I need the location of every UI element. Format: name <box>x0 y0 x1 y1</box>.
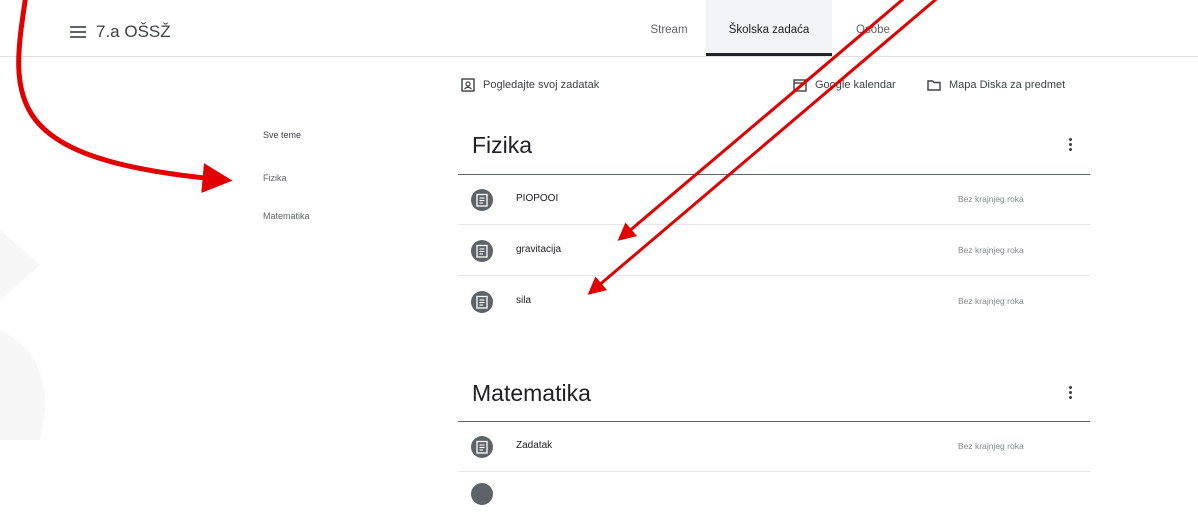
assignment-icon <box>471 240 493 262</box>
view-your-work-button[interactable]: Pogledajte svoj zadatak <box>461 78 599 92</box>
assignment-row-zadatak[interactable]: Zadatak Bez krajnjeg roka <box>458 422 1090 472</box>
more-vert-icon[interactable] <box>1069 386 1073 401</box>
menu-icon[interactable] <box>70 26 86 38</box>
topic-title-matematika: Matematika <box>472 380 591 406</box>
assignment-due: Bez krajnjeg roka <box>958 245 1024 255</box>
view-your-work-label: Pogledajte svoj zadatak <box>483 79 600 91</box>
topic-title-fizika: Fizika <box>472 132 533 158</box>
assignment-due: Bez krajnjeg roka <box>958 194 1024 204</box>
more-vert-icon[interactable] <box>1069 138 1073 153</box>
assignment-icon <box>471 291 493 313</box>
google-calendar-label: Google kalendar <box>815 79 896 91</box>
assignment-icon <box>471 483 493 505</box>
assignment-title: gravitacija <box>516 244 562 255</box>
assignment-row-sila[interactable]: sila Bez krajnjeg roka <box>458 277 1090 327</box>
assignment-title: Zadatak <box>516 440 553 451</box>
top-app-bar: 7.a OŠSŽ Stream Školska zadaća Osobe <box>0 0 1198 57</box>
folder-icon <box>927 80 941 91</box>
calendar-icon <box>793 79 807 92</box>
tab-stream[interactable]: Stream <box>633 0 705 56</box>
google-calendar-button[interactable]: Google kalendar <box>793 78 896 92</box>
assignment-row-piopooi[interactable]: PIOPOOI Bez krajnjeg roka <box>458 175 1090 225</box>
assignment-row-gravitacija[interactable]: gravitacija Bez krajnjeg roka <box>458 226 1090 276</box>
assignment-title: sila <box>516 295 532 306</box>
view-work-icon <box>461 78 475 92</box>
assignment-due: Bez krajnjeg roka <box>958 296 1024 306</box>
sidebar-item-all-topics[interactable]: Sve teme <box>263 130 301 140</box>
sidebar-item-matematika[interactable]: Matematika <box>263 211 310 221</box>
class-drive-folder-label: Mapa Diska za predmet <box>949 79 1066 91</box>
sidebar-item-fizika[interactable]: Fizika <box>263 173 287 183</box>
tab-people[interactable]: Osobe <box>832 0 914 56</box>
tab-classwork[interactable]: Školska zadaća <box>706 0 832 56</box>
assignment-row-partial[interactable] <box>458 473 1090 523</box>
assignment-title: PIOPOOI <box>516 193 559 204</box>
assignment-due: Bez krajnjeg roka <box>958 441 1024 451</box>
assignment-icon <box>471 436 493 458</box>
class-drive-folder-button[interactable]: Mapa Diska za predmet <box>927 78 1065 92</box>
class-title[interactable]: 7.a OŠSŽ <box>96 22 171 42</box>
assignment-icon <box>471 189 493 211</box>
